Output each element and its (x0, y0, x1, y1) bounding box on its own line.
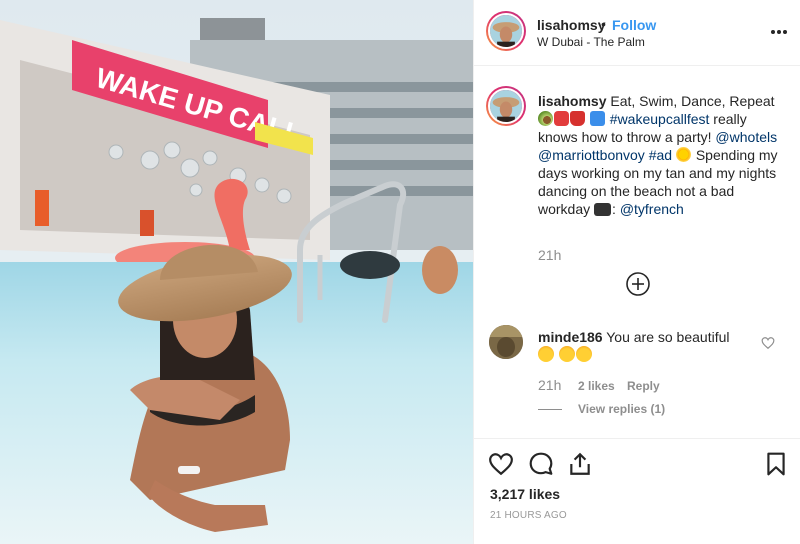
hashtag-link[interactable]: #wakeupcallfest (610, 111, 710, 127)
camera-emoji-icon (594, 203, 612, 216)
comment-timestamp[interactable]: 21h (538, 377, 561, 393)
comment-likes[interactable]: 2 likes (578, 379, 615, 393)
post-header: lisahomsy • Follow W Dubai - The Palm (474, 0, 800, 66)
comment-bubble-icon[interactable] (528, 451, 554, 477)
pool-party-photo: WAKE UP CALL (0, 0, 473, 544)
share-upload-icon[interactable] (567, 451, 593, 477)
separator-dot: • (601, 16, 606, 32)
post-photo[interactable]: WAKE UP CALL (0, 0, 473, 544)
sun-emoji-icon (675, 147, 691, 162)
heart-eyes-emoji-icon (575, 346, 592, 362)
post-timestamp[interactable]: 21 HOURS AGO (490, 510, 567, 521)
location-link[interactable]: W Dubai - The Palm (537, 35, 645, 49)
like-heart-icon[interactable] (488, 451, 514, 477)
view-replies-button[interactable]: View replies (1) (578, 402, 665, 416)
post-sidebar: lisahomsy • Follow W Dubai - The Palm li… (473, 0, 800, 544)
replies-divider (538, 409, 562, 410)
follow-button[interactable]: Follow (612, 17, 656, 33)
credit-suffix: : (612, 201, 620, 217)
heart-eyes-emoji-icon (538, 346, 554, 362)
load-more-comments-icon[interactable] (625, 271, 651, 297)
comment-body: minde186 You are so beautiful (538, 328, 743, 364)
author-username[interactable]: lisahomsy (537, 17, 605, 33)
mention-whotels[interactable]: @whotels (715, 129, 777, 145)
mention-tyfrench[interactable]: @tyfrench (620, 201, 684, 217)
caption-username[interactable]: lisahomsy (538, 93, 606, 109)
avocado-emoji-icon (538, 111, 553, 126)
repeat-emoji-icon (589, 111, 605, 126)
caption-avatar[interactable] (488, 88, 524, 124)
like-count[interactable]: 3,217 likes (490, 486, 560, 502)
story-ring[interactable] (486, 11, 526, 51)
caption-text-1: Eat, Swim, Dance, Repeat (606, 93, 775, 109)
dress-emoji-icon (570, 111, 585, 126)
bookmark-save-icon[interactable] (763, 451, 789, 477)
reply-button[interactable]: Reply (627, 379, 660, 393)
caption-timestamp[interactable]: 21h (538, 247, 561, 263)
author-avatar[interactable] (488, 13, 524, 49)
comment-like-heart-icon[interactable] (761, 336, 775, 350)
post-caption: lisahomsy Eat, Swim, Dance, Repeat #wake… (538, 92, 788, 218)
post-actions: 3,217 likes 21 HOURS AGO (474, 438, 800, 544)
heart-eyes-emoji-icon (558, 346, 575, 362)
mention-marriottbonvoy[interactable]: @marriottbonvoy (538, 147, 645, 163)
commenter-username[interactable]: minde186 (538, 329, 603, 345)
commenter-avatar[interactable] (489, 325, 523, 359)
comment-text: You are so beautiful (602, 329, 730, 345)
bikini-emoji-icon (554, 111, 569, 126)
ad-hashtag-link[interactable]: #ad (649, 147, 672, 163)
more-options-icon[interactable] (769, 22, 789, 42)
caption-story-ring[interactable] (486, 86, 526, 126)
